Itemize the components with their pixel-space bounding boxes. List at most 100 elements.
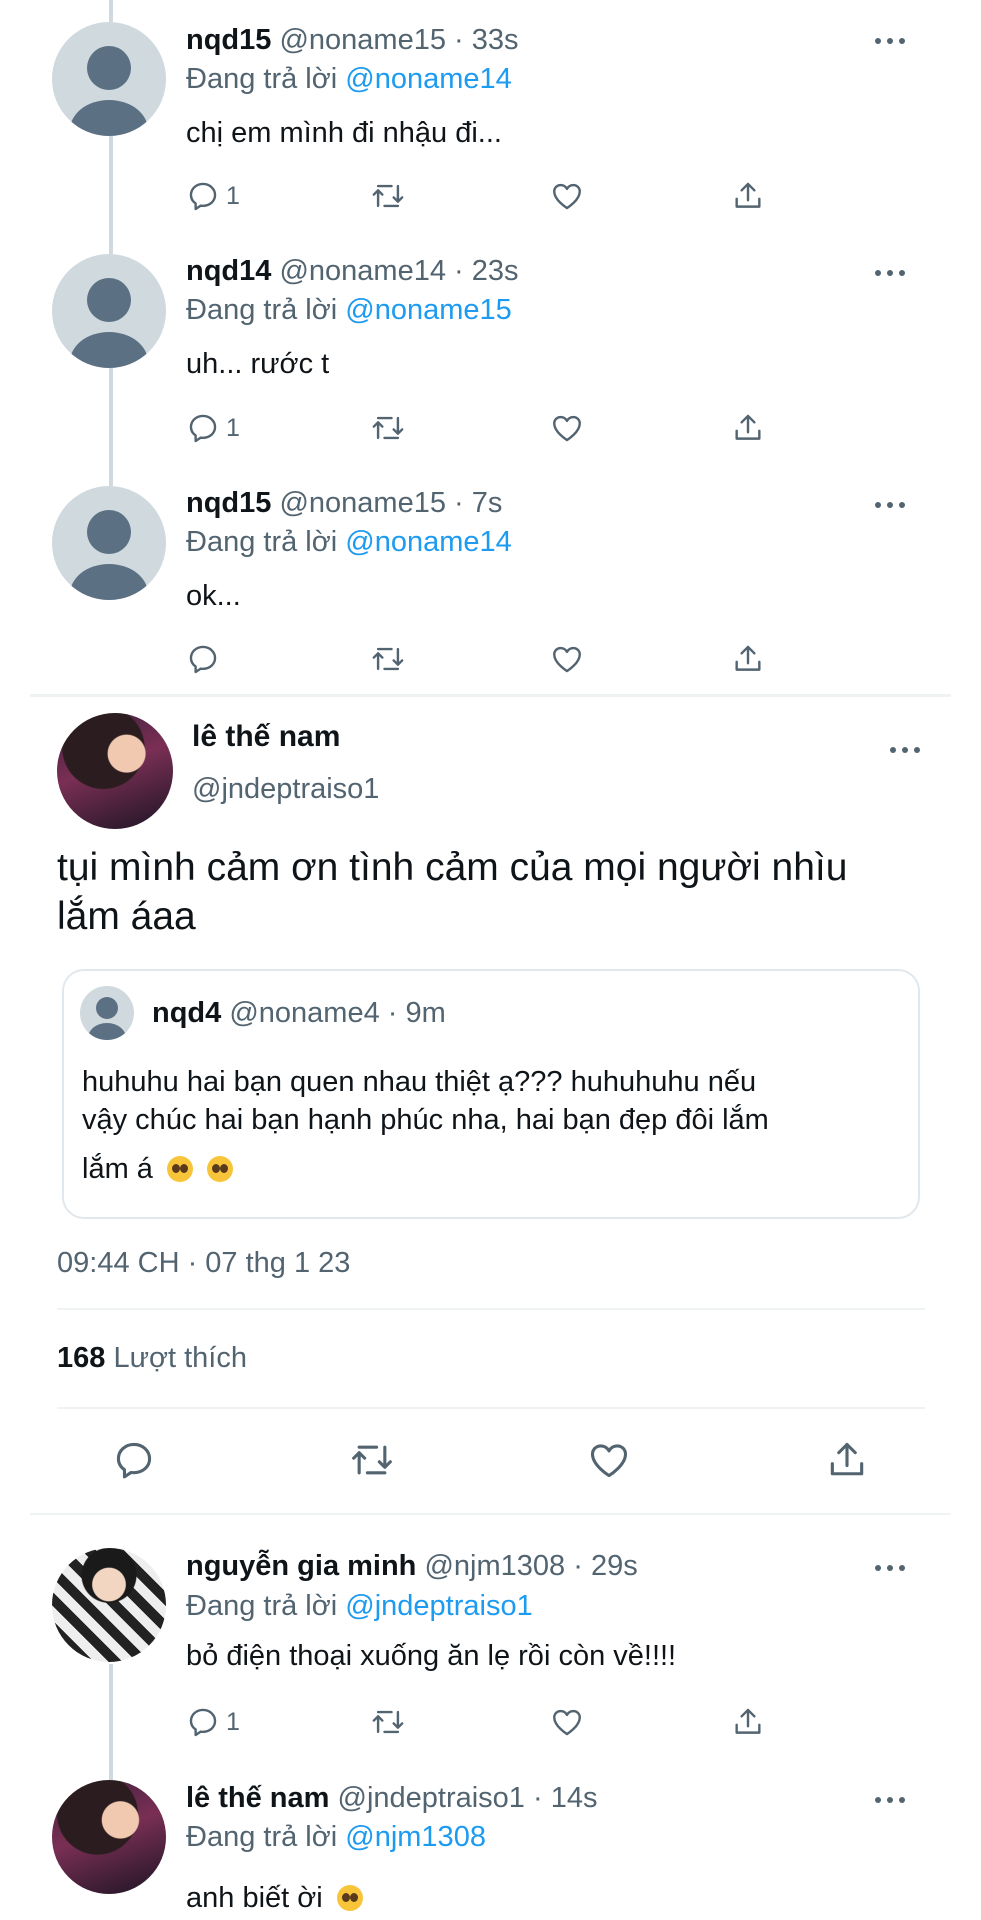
tweet-time[interactable]: 33s [472,24,519,56]
replying-to-prefix: Đang trả lời [186,1821,338,1853]
separator-dot: · [565,1550,591,1582]
thread-line [109,1664,113,1782]
likes-summary[interactable]: 168 Lượt thích [57,1342,247,1375]
quote-text-line: huhuhu hai bạn quen nhau thiệt ạ??? huhu… [82,1066,757,1098]
user-handle[interactable]: @noname15 [279,487,446,519]
likes-label: Lượt thích [113,1342,247,1374]
retweet-button[interactable] [369,178,407,214]
user-handle[interactable]: @njm1308 [424,1550,565,1582]
like-button[interactable] [549,178,585,214]
replying-to: Đang trả lời @noname14 [186,63,512,96]
like-icon [586,1438,632,1482]
display-name[interactable]: nqd15 [186,487,271,519]
separator-dot: · [445,255,472,287]
tweet-text: bỏ điện thoại xuống ăn lẹ rồi còn về!!!! [186,1640,677,1672]
avatar-default[interactable] [52,254,166,368]
reply-button[interactable]: 1 [186,178,240,214]
share-button[interactable] [825,1437,869,1483]
mention-link[interactable]: @noname14 [345,63,512,95]
user-handle[interactable]: @jndeptraiso1 [338,1782,525,1814]
mention-link[interactable]: @njm1308 [345,1821,486,1853]
quote-text-last: lắm á [82,1153,234,1186]
display-name[interactable]: nqd14 [186,255,271,287]
reply-button[interactable]: 1 [186,410,240,446]
tweet-text: anh biết ời [186,1882,323,1914]
reply-button[interactable]: 1 [186,1704,240,1740]
share-icon [731,1705,765,1739]
reply-count: 1 [226,1707,240,1736]
display-name[interactable]: nqd15 [186,24,271,56]
tweet-time[interactable]: 29s [591,1550,638,1582]
quote-text-line: vậy chúc hai bạn hạnh phúc nha, hai bạn … [82,1104,769,1136]
divider [57,1308,925,1310]
share-button[interactable] [731,178,765,214]
like-icon [549,411,585,445]
avatar-photo[interactable] [52,1780,166,1894]
tweet-time[interactable]: 14s [551,1782,598,1814]
tweet-header: nguyễn gia minh @njm1308 · 29s [186,1550,638,1583]
like-icon [549,1705,585,1739]
display-name[interactable]: lê thế nam [186,1782,329,1814]
retweet-button[interactable] [369,1704,407,1740]
more-icon[interactable] [875,1563,905,1573]
mention-link[interactable]: @jndeptraiso1 [345,1590,532,1622]
share-icon [731,179,765,213]
share-button[interactable] [731,1704,765,1740]
tweet-text-wrap: anh biết ời [186,1882,363,1915]
quote-header: nqd4 @noname4 · 9m [152,997,446,1030]
avatar-default[interactable] [52,22,166,136]
reply-count: 1 [226,413,240,442]
mention-link[interactable]: @noname14 [345,526,512,558]
avatar-photo[interactable] [57,713,173,829]
likes-count: 168 [57,1342,106,1374]
replying-to-prefix: Đang trả lời [186,526,338,558]
share-button[interactable] [731,641,765,677]
display-name[interactable]: nguyễn gia minh [186,1550,416,1582]
avatar-photo[interactable] [52,1548,166,1662]
tweet-text: uh... rước t [186,348,330,380]
share-icon [731,411,765,445]
reply-icon [186,411,220,445]
quote-text-line: lắm á [82,1153,153,1185]
reply-button[interactable] [112,1437,156,1483]
tweet-header: nqd15 @noname15 · 33s [186,24,519,57]
pleading-face-emoji [336,1885,363,1911]
retweet-button[interactable] [369,410,407,446]
share-button[interactable] [731,410,765,446]
tweet-header: nqd15 @noname15 · 7s [186,487,502,520]
display-name[interactable]: lê thế nam [192,720,340,754]
replying-to-prefix: Đang trả lời [186,1590,338,1622]
like-button[interactable] [549,641,585,677]
user-handle[interactable]: @jndeptraiso1 [192,773,379,806]
like-button[interactable] [549,1704,585,1740]
more-icon[interactable] [875,268,905,278]
like-button[interactable] [549,410,585,446]
replying-to: Đang trả lời @noname15 [186,294,512,327]
tweet-time[interactable]: 23s [472,255,519,287]
separator-dot: · [379,997,406,1029]
quote-user-handle: @noname4 [229,997,380,1029]
retweet-icon [369,411,407,445]
more-icon[interactable] [875,500,905,510]
quote-time: 9m [405,997,446,1029]
retweet-button[interactable] [369,641,407,677]
more-icon[interactable] [875,36,905,46]
tweet-header: nqd14 @noname14 · 23s [186,255,519,288]
retweet-icon [347,1438,397,1482]
tweet-time[interactable]: 7s [472,487,503,519]
more-icon[interactable] [890,745,920,755]
mention-link[interactable]: @noname15 [345,294,512,326]
replying-to: Đang trả lời @noname14 [186,526,512,559]
more-icon[interactable] [875,1795,905,1805]
retweet-button[interactable] [347,1437,397,1483]
quote-avatar-default [80,986,134,1040]
tweet-timestamp[interactable]: 09:44 CH · 07 thg 1 23 [57,1247,350,1280]
divider [30,694,951,697]
avatar-default[interactable] [52,486,166,600]
user-handle[interactable]: @noname15 [279,24,446,56]
reply-button[interactable] [186,641,220,677]
user-handle[interactable]: @noname14 [279,255,446,287]
like-button[interactable] [586,1437,632,1483]
separator-dot: · [445,487,472,519]
retweet-icon [369,179,407,213]
